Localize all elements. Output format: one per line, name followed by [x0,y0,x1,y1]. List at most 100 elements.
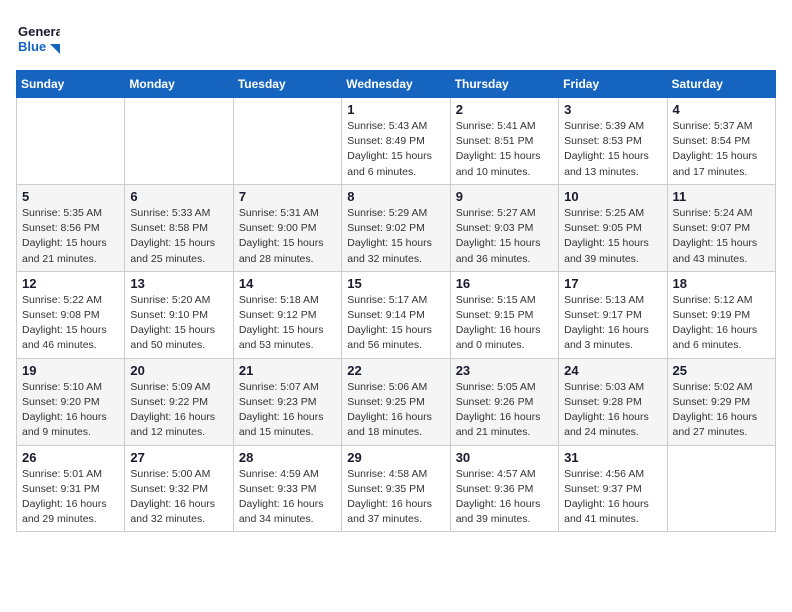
calendar-cell: 19 Sunrise: 5:10 AM Sunset: 9:20 PM Dayli… [17,358,125,445]
day-number: 30 [456,450,554,465]
calendar-cell [667,445,775,532]
day-info: Sunrise: 5:39 AM Sunset: 8:53 PM Dayligh… [564,119,662,180]
calendar-cell: 21Sunrise: 5:07 AM Sunset: 9:23 PM Dayli… [233,358,341,445]
calendar-day-header: Friday [559,71,667,98]
calendar-cell: 16 Sunrise: 5:15 AM Sunset: 9:15 PM Dayli… [450,271,558,358]
calendar-cell: 17 Sunrise: 5:13 AM Sunset: 9:17 PM Dayli… [559,271,667,358]
day-number: 29 [347,450,445,465]
day-info: Sunrise: 4:59 AM Sunset: 9:33 PM Dayligh… [239,467,337,528]
day-number: 23 [456,363,554,378]
day-info: Sunrise: 4:57 AM Sunset: 9:36 PM Dayligh… [456,467,554,528]
day-number: 24 [564,363,662,378]
calendar-day-header: Monday [125,71,233,98]
day-number: 17 [564,276,662,291]
day-number: 3 [564,102,662,117]
svg-text:Blue: Blue [18,39,46,54]
calendar-cell: 4Sunrise: 5:37 AM Sunset: 8:54 PM Daylig… [667,98,775,185]
calendar-cell: 1Sunrise: 5:43 AM Sunset: 8:49 PM Daylig… [342,98,450,185]
calendar-week-row: 19 Sunrise: 5:10 AM Sunset: 9:20 PM Dayli… [17,358,776,445]
page-header: General Blue [16,16,776,60]
calendar-day-header: Thursday [450,71,558,98]
calendar-cell: 5 Sunrise: 5:35 AM Sunset: 8:56 PM Daylig… [17,184,125,271]
day-number: 31 [564,450,662,465]
calendar-cell: 3 Sunrise: 5:39 AM Sunset: 8:53 PM Daylig… [559,98,667,185]
calendar-cell: 20 Sunrise: 5:09 AM Sunset: 9:22 PM Dayli… [125,358,233,445]
day-info: Sunrise: 5:24 AM Sunset: 9:07 PM Dayligh… [673,206,771,267]
day-number: 6 [130,189,228,204]
day-number: 28 [239,450,337,465]
calendar-cell: 6 Sunrise: 5:33 AM Sunset: 8:58 PM Daylig… [125,184,233,271]
day-number: 18 [673,276,771,291]
day-info: Sunrise: 4:58 AM Sunset: 9:35 PM Dayligh… [347,467,445,528]
day-number: 1 [347,102,445,117]
day-info: Sunrise: 5:17 AM Sunset: 9:14 PM Dayligh… [347,293,445,354]
day-info: Sunrise: 5:41 AM Sunset: 8:51 PM Dayligh… [456,119,554,180]
calendar-cell: 10 Sunrise: 5:25 AM Sunset: 9:05 PM Dayli… [559,184,667,271]
calendar-cell: 15 Sunrise: 5:17 AM Sunset: 9:14 PM Dayli… [342,271,450,358]
calendar-cell: 2 Sunrise: 5:41 AM Sunset: 8:51 PM Daylig… [450,98,558,185]
day-info: Sunrise: 4:56 AM Sunset: 9:37 PM Dayligh… [564,467,662,528]
day-number: 7 [239,189,337,204]
day-info: Sunrise: 5:33 AM Sunset: 8:58 PM Dayligh… [130,206,228,267]
day-number: 11 [673,189,771,204]
calendar-cell [125,98,233,185]
calendar-cell: 24Sunrise: 5:03 AM Sunset: 9:28 PM Dayli… [559,358,667,445]
calendar-week-row: 12 Sunrise: 5:22 AM Sunset: 9:08 PM Dayli… [17,271,776,358]
day-info: Sunrise: 5:02 AM Sunset: 9:29 PM Dayligh… [673,380,771,441]
calendar-cell: 26Sunrise: 5:01 AM Sunset: 9:31 PM Dayli… [17,445,125,532]
calendar-day-header: Tuesday [233,71,341,98]
day-info: Sunrise: 5:29 AM Sunset: 9:02 PM Dayligh… [347,206,445,267]
day-number: 22 [347,363,445,378]
day-number: 8 [347,189,445,204]
day-info: Sunrise: 5:20 AM Sunset: 9:10 PM Dayligh… [130,293,228,354]
calendar-cell: 28 Sunrise: 4:59 AM Sunset: 9:33 PM Dayli… [233,445,341,532]
calendar-day-header: Sunday [17,71,125,98]
calendar-cell: 25 Sunrise: 5:02 AM Sunset: 9:29 PM Dayli… [667,358,775,445]
day-info: Sunrise: 5:31 AM Sunset: 9:00 PM Dayligh… [239,206,337,267]
calendar-cell: 8 Sunrise: 5:29 AM Sunset: 9:02 PM Daylig… [342,184,450,271]
calendar-cell: 13 Sunrise: 5:20 AM Sunset: 9:10 PM Dayli… [125,271,233,358]
day-info: Sunrise: 5:13 AM Sunset: 9:17 PM Dayligh… [564,293,662,354]
day-info: Sunrise: 5:00 AM Sunset: 9:32 PM Dayligh… [130,467,228,528]
day-info: Sunrise: 5:25 AM Sunset: 9:05 PM Dayligh… [564,206,662,267]
calendar-cell [17,98,125,185]
day-info: Sunrise: 5:35 AM Sunset: 8:56 PM Dayligh… [22,206,120,267]
day-number: 2 [456,102,554,117]
calendar-week-row: 5 Sunrise: 5:35 AM Sunset: 8:56 PM Daylig… [17,184,776,271]
day-number: 9 [456,189,554,204]
day-info: Sunrise: 5:18 AM Sunset: 9:12 PM Dayligh… [239,293,337,354]
calendar-cell: 27 Sunrise: 5:00 AM Sunset: 9:32 PM Dayli… [125,445,233,532]
day-number: 13 [130,276,228,291]
calendar-day-header: Wednesday [342,71,450,98]
day-number: 20 [130,363,228,378]
day-number: 19 [22,363,120,378]
calendar-day-header: Saturday [667,71,775,98]
svg-text:General: General [18,24,60,39]
calendar-table: SundayMondayTuesdayWednesdayThursdayFrid… [16,70,776,532]
day-info: Sunrise: 5:12 AM Sunset: 9:19 PM Dayligh… [673,293,771,354]
day-info: Sunrise: 5:22 AM Sunset: 9:08 PM Dayligh… [22,293,120,354]
calendar-week-row: 26Sunrise: 5:01 AM Sunset: 9:31 PM Dayli… [17,445,776,532]
calendar-cell: 14Sunrise: 5:18 AM Sunset: 9:12 PM Dayli… [233,271,341,358]
day-number: 10 [564,189,662,204]
calendar-header-row: SundayMondayTuesdayWednesdayThursdayFrid… [17,71,776,98]
day-info: Sunrise: 5:15 AM Sunset: 9:15 PM Dayligh… [456,293,554,354]
calendar-cell: 12 Sunrise: 5:22 AM Sunset: 9:08 PM Dayli… [17,271,125,358]
day-number: 27 [130,450,228,465]
day-number: 15 [347,276,445,291]
calendar-cell: 7 Sunrise: 5:31 AM Sunset: 9:00 PM Daylig… [233,184,341,271]
calendar-cell: 23Sunrise: 5:05 AM Sunset: 9:26 PM Dayli… [450,358,558,445]
general-blue-logo-icon: General Blue [16,16,60,60]
day-info: Sunrise: 5:10 AM Sunset: 9:20 PM Dayligh… [22,380,120,441]
day-number: 12 [22,276,120,291]
day-number: 26 [22,450,120,465]
logo: General Blue [16,16,60,60]
day-number: 5 [22,189,120,204]
day-number: 4 [673,102,771,117]
day-number: 16 [456,276,554,291]
day-info: Sunrise: 5:09 AM Sunset: 9:22 PM Dayligh… [130,380,228,441]
calendar-cell: 9Sunrise: 5:27 AM Sunset: 9:03 PM Daylig… [450,184,558,271]
calendar-cell: 31 Sunrise: 4:56 AM Sunset: 9:37 PM Dayli… [559,445,667,532]
day-number: 25 [673,363,771,378]
calendar-cell: 22Sunrise: 5:06 AM Sunset: 9:25 PM Dayli… [342,358,450,445]
